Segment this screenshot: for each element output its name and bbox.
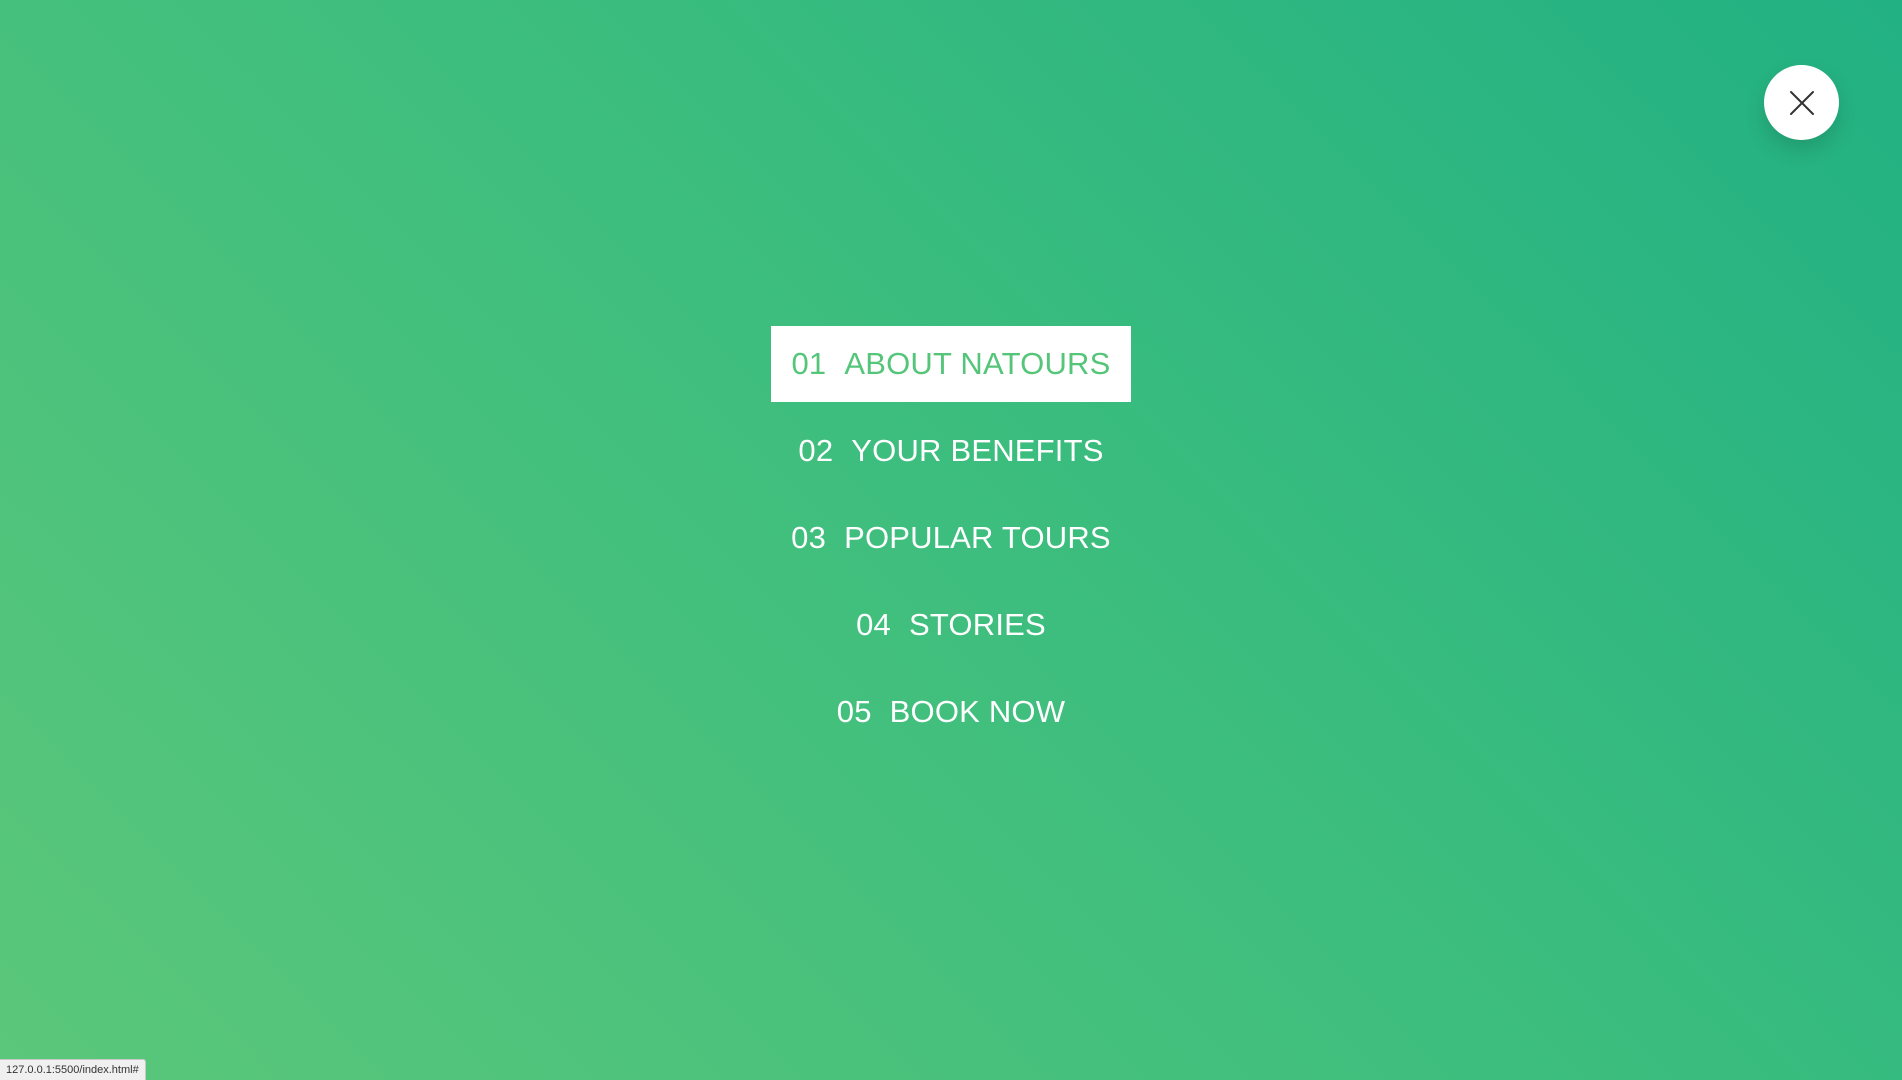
nav-item: 04 STORIES bbox=[0, 587, 1902, 674]
nav-link-about-natours[interactable]: 01 ABOUT NATOURS bbox=[771, 326, 1131, 402]
nav-item: 02 YOUR BENEFITS bbox=[0, 413, 1902, 500]
nav-item: 03 POPULAR TOURS bbox=[0, 500, 1902, 587]
nav-item-label: ABOUT NATOURS bbox=[844, 346, 1111, 381]
nav-item-number: 02 bbox=[798, 433, 834, 468]
nav-link-popular-tours[interactable]: 03 POPULAR TOURS bbox=[771, 500, 1131, 576]
status-url: 127.0.0.1:5500/index.html# bbox=[6, 1064, 139, 1076]
nav-link-your-benefits[interactable]: 02 YOUR BENEFITS bbox=[778, 413, 1123, 489]
nav-item-number: 04 bbox=[856, 607, 891, 642]
nav-link-book-now[interactable]: 05 BOOK NOW bbox=[817, 674, 1085, 750]
close-button[interactable] bbox=[1764, 65, 1839, 140]
nav-item-label: POPULAR TOURS bbox=[844, 520, 1111, 555]
nav-item-label: STORIES bbox=[908, 607, 1046, 642]
nav-item-label: YOUR BENEFITS bbox=[851, 433, 1104, 468]
nav-link-stories[interactable]: 04 STORIES bbox=[836, 587, 1066, 663]
close-icon bbox=[1787, 88, 1817, 118]
nav-item-number: 05 bbox=[836, 694, 872, 729]
nav-item-label: BOOK NOW bbox=[889, 694, 1066, 729]
nav-item-number: 03 bbox=[791, 520, 827, 555]
nav-item: 05 BOOK NOW bbox=[0, 674, 1902, 761]
nav-item-number: 01 bbox=[791, 346, 827, 381]
nav-item: 01 ABOUT NATOURS bbox=[0, 326, 1902, 413]
navigation-menu: 01 ABOUT NATOURS 02 YOUR BENEFITS 03 POP… bbox=[0, 326, 1902, 761]
browser-status-bar: 127.0.0.1:5500/index.html# bbox=[0, 1059, 146, 1080]
